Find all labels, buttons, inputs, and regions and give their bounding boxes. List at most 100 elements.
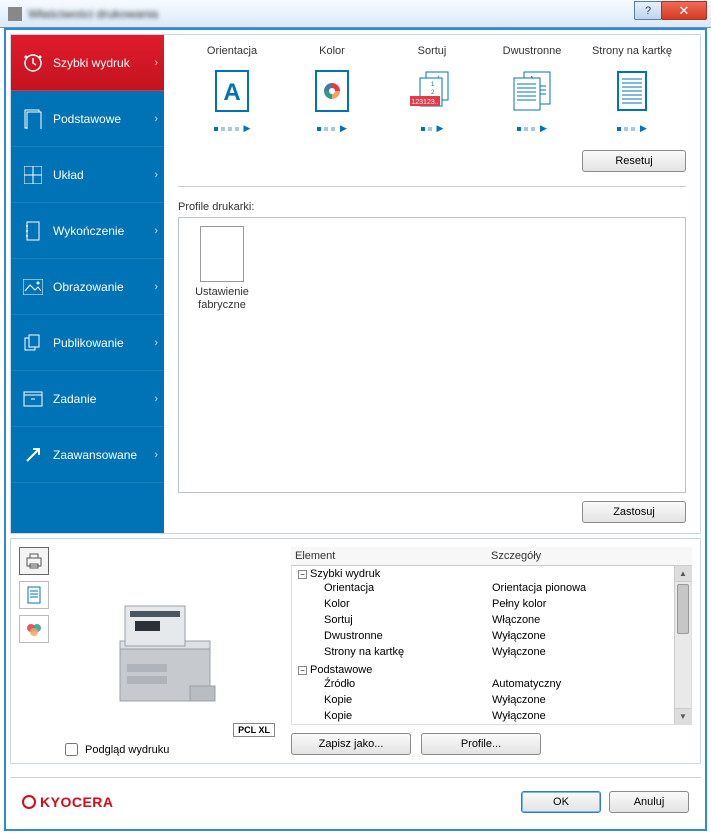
table-row: KolorPełny kolor [292, 598, 691, 614]
preview-checkbox-label: Podgląd wydruku [85, 744, 169, 756]
profile-thumb [200, 226, 244, 282]
help-button[interactable]: ? [634, 1, 662, 20]
option-label: Sortuj [382, 45, 482, 57]
page-icon [23, 109, 43, 129]
option-sort[interactable]: Sortuj 123 123 123123.. ▶ [382, 45, 482, 134]
sidebar-item-basic[interactable]: Podstawowe › [11, 91, 164, 147]
chevron-right-icon: › [154, 225, 158, 237]
sidebar-item-label: Obrazowanie [53, 280, 124, 294]
table-row: DwustronneWyłączone [292, 630, 691, 646]
preview-checkbox-input[interactable] [65, 743, 78, 756]
preview-tab-page[interactable] [19, 581, 49, 609]
arrow-icon [23, 445, 43, 465]
option-label: Dwustronne [482, 45, 582, 57]
sidebar-item-layout[interactable]: Układ › [11, 147, 164, 203]
sidebar-item-job[interactable]: Zadanie › [11, 371, 164, 427]
details-col-details: Szczegóły [491, 550, 692, 562]
chevron-right-icon: › [154, 281, 158, 293]
table-row: KopieWyłączone [292, 694, 691, 710]
sidebar-item-imaging[interactable]: Obrazowanie › [11, 259, 164, 315]
option-dots: ▶ [282, 123, 382, 134]
client-area: Szybki wydruk › Podstawowe › Układ › [4, 28, 707, 831]
close-button[interactable]: ✕ [661, 1, 707, 20]
svg-text:123123..: 123123.. [411, 99, 438, 106]
scrollbar[interactable]: ▲ ▼ [674, 566, 691, 724]
option-pagesup[interactable]: Strony na kartkę ▶ [582, 45, 682, 134]
clock-icon [23, 53, 43, 73]
sidebar-item-label: Szybki wydruk [53, 56, 130, 70]
sidebar-item-label: Zaawansowane [53, 448, 137, 462]
chevron-right-icon: › [154, 337, 158, 349]
scroll-up-icon[interactable]: ▲ [675, 566, 691, 582]
tree-group-basic[interactable]: − Podstawowe [292, 662, 691, 678]
option-label: Kolor [282, 45, 382, 57]
sidebar-item-label: Podstawowe [53, 112, 121, 126]
sidebar-item-finishing[interactable]: Wykończenie › [11, 203, 164, 259]
cancel-button[interactable]: Anuluj [609, 791, 689, 813]
table-row: ŹródłoAutomatyczny [292, 678, 691, 694]
chevron-right-icon: › [154, 449, 158, 461]
color-icon [282, 67, 382, 115]
brand-ring-icon [22, 795, 36, 809]
window-title: Właściwości drukowania [28, 7, 158, 21]
scroll-down-icon[interactable]: ▼ [675, 708, 691, 724]
brand-text: KYOCERA [40, 794, 114, 810]
top-panel: Szybki wydruk › Podstawowe › Układ › [10, 34, 701, 534]
details-column: Element Szczegóły − Szybki wydruk Orient… [283, 539, 700, 763]
profiles-label: Profile drukarki: [178, 201, 686, 213]
preview-tab-printer[interactable] [19, 547, 49, 575]
option-label: Strony na kartkę [582, 45, 682, 57]
details-list[interactable]: − Szybki wydruk OrientacjaOrientacja pio… [291, 566, 692, 725]
grid-icon [23, 165, 43, 185]
preview-tab-color[interactable] [19, 615, 49, 643]
scroll-thumb[interactable] [677, 584, 689, 634]
sidebar-item-label: Układ [53, 168, 84, 182]
sidebar-item-label: Wykończenie [53, 224, 124, 238]
option-orientation[interactable]: Orientacja A ▶ [182, 45, 282, 134]
option-dots: ▶ [482, 123, 582, 134]
chevron-right-icon: › [154, 57, 158, 69]
preview-checkbox[interactable]: Podgląd wydruku [61, 740, 169, 759]
sidebar-item-publishing[interactable]: Publikowanie › [11, 315, 164, 371]
profiles-box: Ustawienie fabryczne [178, 217, 686, 493]
pages-icon [23, 333, 43, 353]
table-row: OrientacjaOrientacja pionowa [292, 582, 691, 598]
option-duplex[interactable]: Dwustronne A ▶ [482, 45, 582, 134]
option-color[interactable]: Kolor ▶ [282, 45, 382, 134]
sidebar-item-label: Publikowanie [53, 336, 124, 350]
details-header: Element Szczegóły [291, 547, 692, 566]
option-dots: ▶ [382, 123, 482, 134]
table-row: KopieWyłączone [292, 710, 691, 725]
quick-print-panel: Orientacja A ▶ Kolor [164, 35, 700, 533]
pagesup-icon [582, 67, 682, 115]
option-dots: ▶ [582, 123, 682, 134]
tree-group-quickprint[interactable]: − Szybki wydruk [292, 566, 691, 582]
brand-logo: KYOCERA [22, 794, 114, 810]
chevron-right-icon: › [154, 393, 158, 405]
image-icon [23, 277, 43, 297]
apply-button[interactable]: Zastosuj [582, 501, 686, 523]
svg-text:A: A [223, 79, 240, 106]
option-dots: ▶ [182, 123, 282, 134]
ok-button[interactable]: OK [521, 791, 601, 813]
collapse-icon[interactable]: − [298, 666, 307, 675]
option-label: Orientacja [182, 45, 282, 57]
titlebar: Właściwości drukowania ? ✕ [0, 0, 711, 28]
reset-button[interactable]: Resetuj [582, 150, 686, 172]
sidebar-item-quickprint[interactable]: Szybki wydruk › [11, 35, 164, 91]
options-row: Orientacja A ▶ Kolor [178, 45, 686, 134]
pcl-badge: PCL XL [233, 723, 275, 737]
sidebar-item-label: Zadanie [53, 392, 96, 406]
profile-factory[interactable]: Ustawienie fabryczne [187, 226, 257, 312]
bottom-panel: PCL XL Podgląd wydruku Element Szczegóły… [10, 538, 701, 764]
table-row: SortujWłączone [292, 614, 691, 630]
save-as-button[interactable]: Zapisz jako... [291, 733, 411, 755]
box-icon [23, 389, 43, 409]
collapse-icon[interactable]: − [298, 570, 307, 579]
profiles-button[interactable]: Profile... [421, 733, 541, 755]
duplex-icon: A [482, 67, 582, 115]
preview-column: PCL XL Podgląd wydruku [11, 539, 283, 763]
sidebar-item-advanced[interactable]: Zaawansowane › [11, 427, 164, 483]
chevron-right-icon: › [154, 169, 158, 181]
orientation-icon: A [182, 67, 282, 115]
